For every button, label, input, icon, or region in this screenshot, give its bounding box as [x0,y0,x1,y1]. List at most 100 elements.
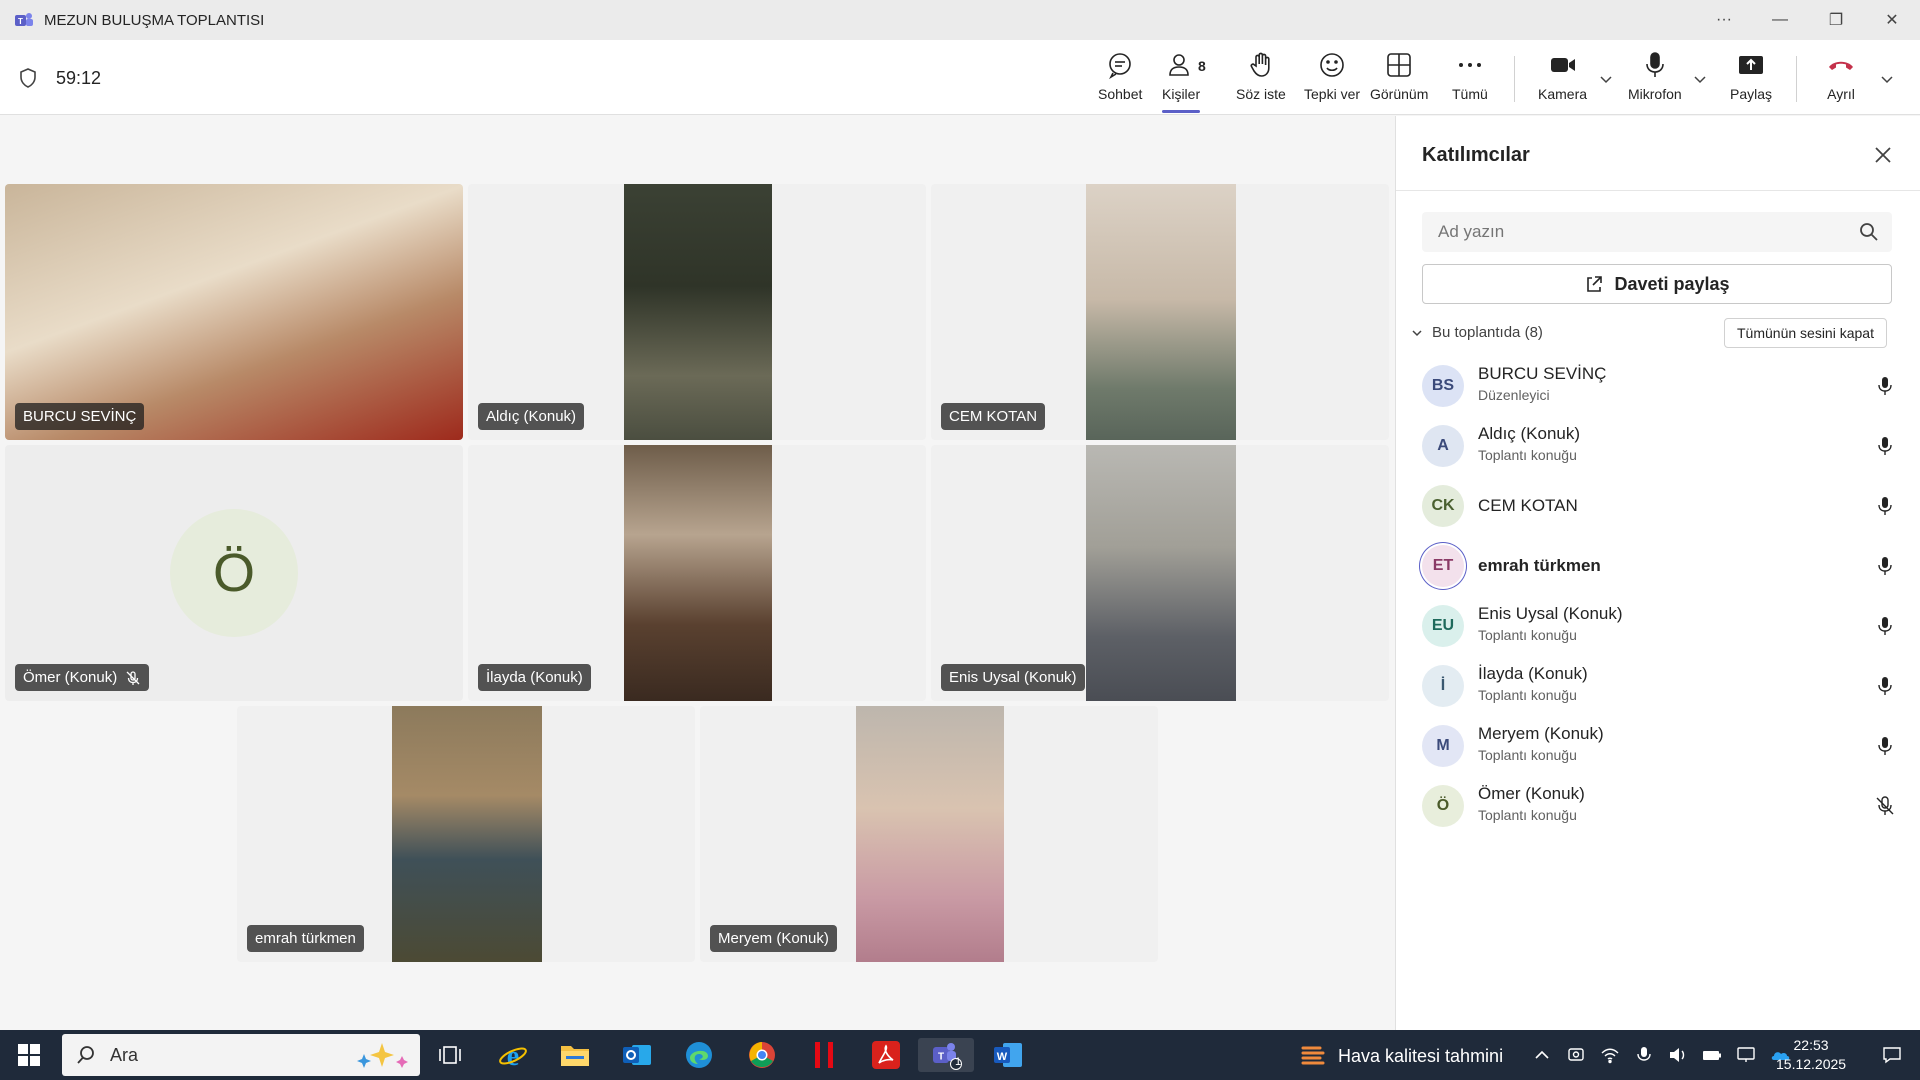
participant-video [856,706,1004,962]
netflix-icon[interactable] [807,1038,841,1072]
people-button[interactable]: Kişiler [1162,50,1201,113]
participant-video [392,706,542,962]
chevron-down-icon [1412,329,1422,336]
microphone-options-chevron-icon[interactable] [1693,72,1707,86]
video-tile-ilayda[interactable]: İlayda (Konuk) [468,445,926,701]
chat-button[interactable]: Sohbet [1098,50,1142,108]
hang-up-icon [1829,61,1853,70]
video-tile-omer[interactable]: Ö Ömer (Konuk) [5,445,463,701]
video-tile-burcu[interactable]: BURCU SEVİNÇ [5,184,463,440]
react-button[interactable]: Tepki ver [1304,50,1360,108]
microphone-icon[interactable] [1875,436,1895,456]
participant-name-label: Ömer (Konuk) [15,664,150,691]
avatar: Ö [1422,785,1464,827]
wifi-icon[interactable] [1600,1045,1620,1065]
word-icon[interactable]: W [991,1038,1025,1072]
camera-tray-icon[interactable] [1566,1045,1586,1065]
hand-icon [1250,52,1270,77]
participant-row[interactable]: M Meryem (Konuk) Toplantı konuğu [1396,716,1920,776]
microphone-icon[interactable] [1875,556,1895,576]
microphone-icon[interactable] [1875,376,1895,396]
participant-row[interactable]: A Aldıç (Konuk) Toplantı konuğu [1396,416,1920,476]
teams-app-icon: T [15,13,33,26]
participant-name-label: BURCU SEVİNÇ [15,403,145,430]
avatar: ET [1422,545,1464,587]
leave-options-chevron-icon[interactable] [1880,72,1894,86]
avatar: EU [1422,605,1464,647]
close-icon[interactable] [1872,144,1894,166]
weather-widget[interactable]: Hava kalitesi tahmini [1300,1043,1503,1069]
teams-taskbar-icon[interactable]: T 1 [918,1038,974,1072]
air-quality-icon [1301,1046,1325,1065]
participant-name-label: İlayda (Konuk) [478,664,591,691]
participant-row[interactable]: EU Enis Uysal (Konuk) Toplantı konuğu [1396,596,1920,656]
participant-name: Enis Uysal (Konuk) [1478,604,1623,623]
minimize-button[interactable]: — [1752,0,1808,40]
participant-row[interactable]: BS BURCU SEVİNÇ Düzenleyici [1396,356,1920,416]
grid-view-icon [1387,53,1411,77]
participant-role: Toplantı konuğu [1478,747,1577,763]
chrome-icon[interactable] [745,1038,779,1072]
chat-icon [1109,53,1131,80]
raise-hand-button[interactable]: Söz iste [1236,50,1286,108]
task-view-icon[interactable] [433,1038,467,1072]
microphone-icon[interactable] [1875,676,1895,696]
display-icon[interactable] [1736,1045,1756,1065]
participant-name: emrah türkmen [1478,556,1601,575]
people-count: 8 [1198,58,1206,74]
view-button[interactable]: Görünüm [1370,50,1428,108]
toolbar-separator [1514,56,1515,102]
video-tile-emrah[interactable]: emrah türkmen [237,706,695,962]
taskbar-search[interactable]: Ara [62,1034,420,1076]
internet-explorer-icon[interactable]: e [496,1038,530,1072]
microphone-icon[interactable] [1875,616,1895,636]
microphone-icon[interactable] [1875,496,1895,516]
chevron-up-icon[interactable] [1532,1045,1552,1065]
participant-name: Aldıç (Konuk) [1478,424,1581,443]
participant-row[interactable]: ET emrah türkmen [1396,536,1920,596]
volume-icon[interactable] [1668,1045,1688,1065]
participant-video [1086,445,1236,701]
leave-button[interactable]: Ayrıl [1826,50,1856,108]
participant-role: Toplantı konuğu [1478,447,1577,463]
share-button[interactable]: Paylaş [1730,50,1772,108]
battery-icon[interactable] [1702,1045,1722,1065]
more-options-icon[interactable]: ··· [1696,0,1752,40]
video-tile-meryem[interactable]: Meryem (Konuk) [700,706,1158,962]
camera-options-chevron-icon[interactable] [1599,72,1613,86]
file-explorer-icon[interactable] [558,1038,592,1072]
video-tile-aldic[interactable]: Aldıç (Konuk) [468,184,926,440]
participant-row[interactable]: CK CEM KOTAN [1396,476,1920,536]
teams-notification-badge: 1 [955,1056,962,1068]
participant-role: Düzenleyici [1478,387,1550,403]
participant-video [1086,184,1236,440]
edge-icon[interactable] [682,1038,716,1072]
participant-search-input[interactable] [1422,212,1892,252]
video-tile-cem[interactable]: CEM KOTAN [931,184,1389,440]
mute-all-button[interactable]: Tümünün sesini kapat [1724,318,1887,348]
participant-row[interactable]: İ İlayda (Konuk) Toplantı konuğu [1396,656,1920,716]
microphone-icon[interactable] [1875,736,1895,756]
windows-start-icon[interactable] [18,1044,40,1066]
taskbar-clock[interactable]: 22:53 15.12.2025 [1776,1036,1846,1074]
more-actions-button[interactable]: Tümü [1452,50,1488,108]
toolbar-separator [1796,56,1797,102]
camera-button[interactable]: Kamera [1538,50,1587,108]
outlook-icon[interactable] [620,1038,654,1072]
restore-button[interactable]: ❐ [1808,0,1864,40]
participant-name-label: CEM KOTAN [941,403,1046,430]
participants-panel: Katılımcılar Daveti paylaş Bu toplantıda… [1395,116,1920,1030]
video-tile-enis[interactable]: Enis Uysal (Konuk) [931,445,1389,701]
svg-text:e: e [507,1041,519,1070]
participant-row[interactable]: Ö Ömer (Konuk) Toplantı konuğu [1396,776,1920,836]
mic-off-icon[interactable] [1875,796,1895,816]
notification-icon[interactable] [1882,1045,1902,1065]
in-meeting-section-toggle[interactable]: Bu toplantıda (8) [1410,324,1543,341]
microphone-tray-icon[interactable] [1634,1045,1654,1065]
window-controls: ··· — ❐ ✕ [1696,0,1920,40]
acrobat-icon[interactable] [869,1038,903,1072]
close-window-button[interactable]: ✕ [1864,0,1920,40]
microphone-button[interactable]: Mikrofon [1628,50,1682,108]
microphone-icon [1646,52,1664,77]
share-invite-button[interactable]: Daveti paylaş [1422,264,1892,304]
